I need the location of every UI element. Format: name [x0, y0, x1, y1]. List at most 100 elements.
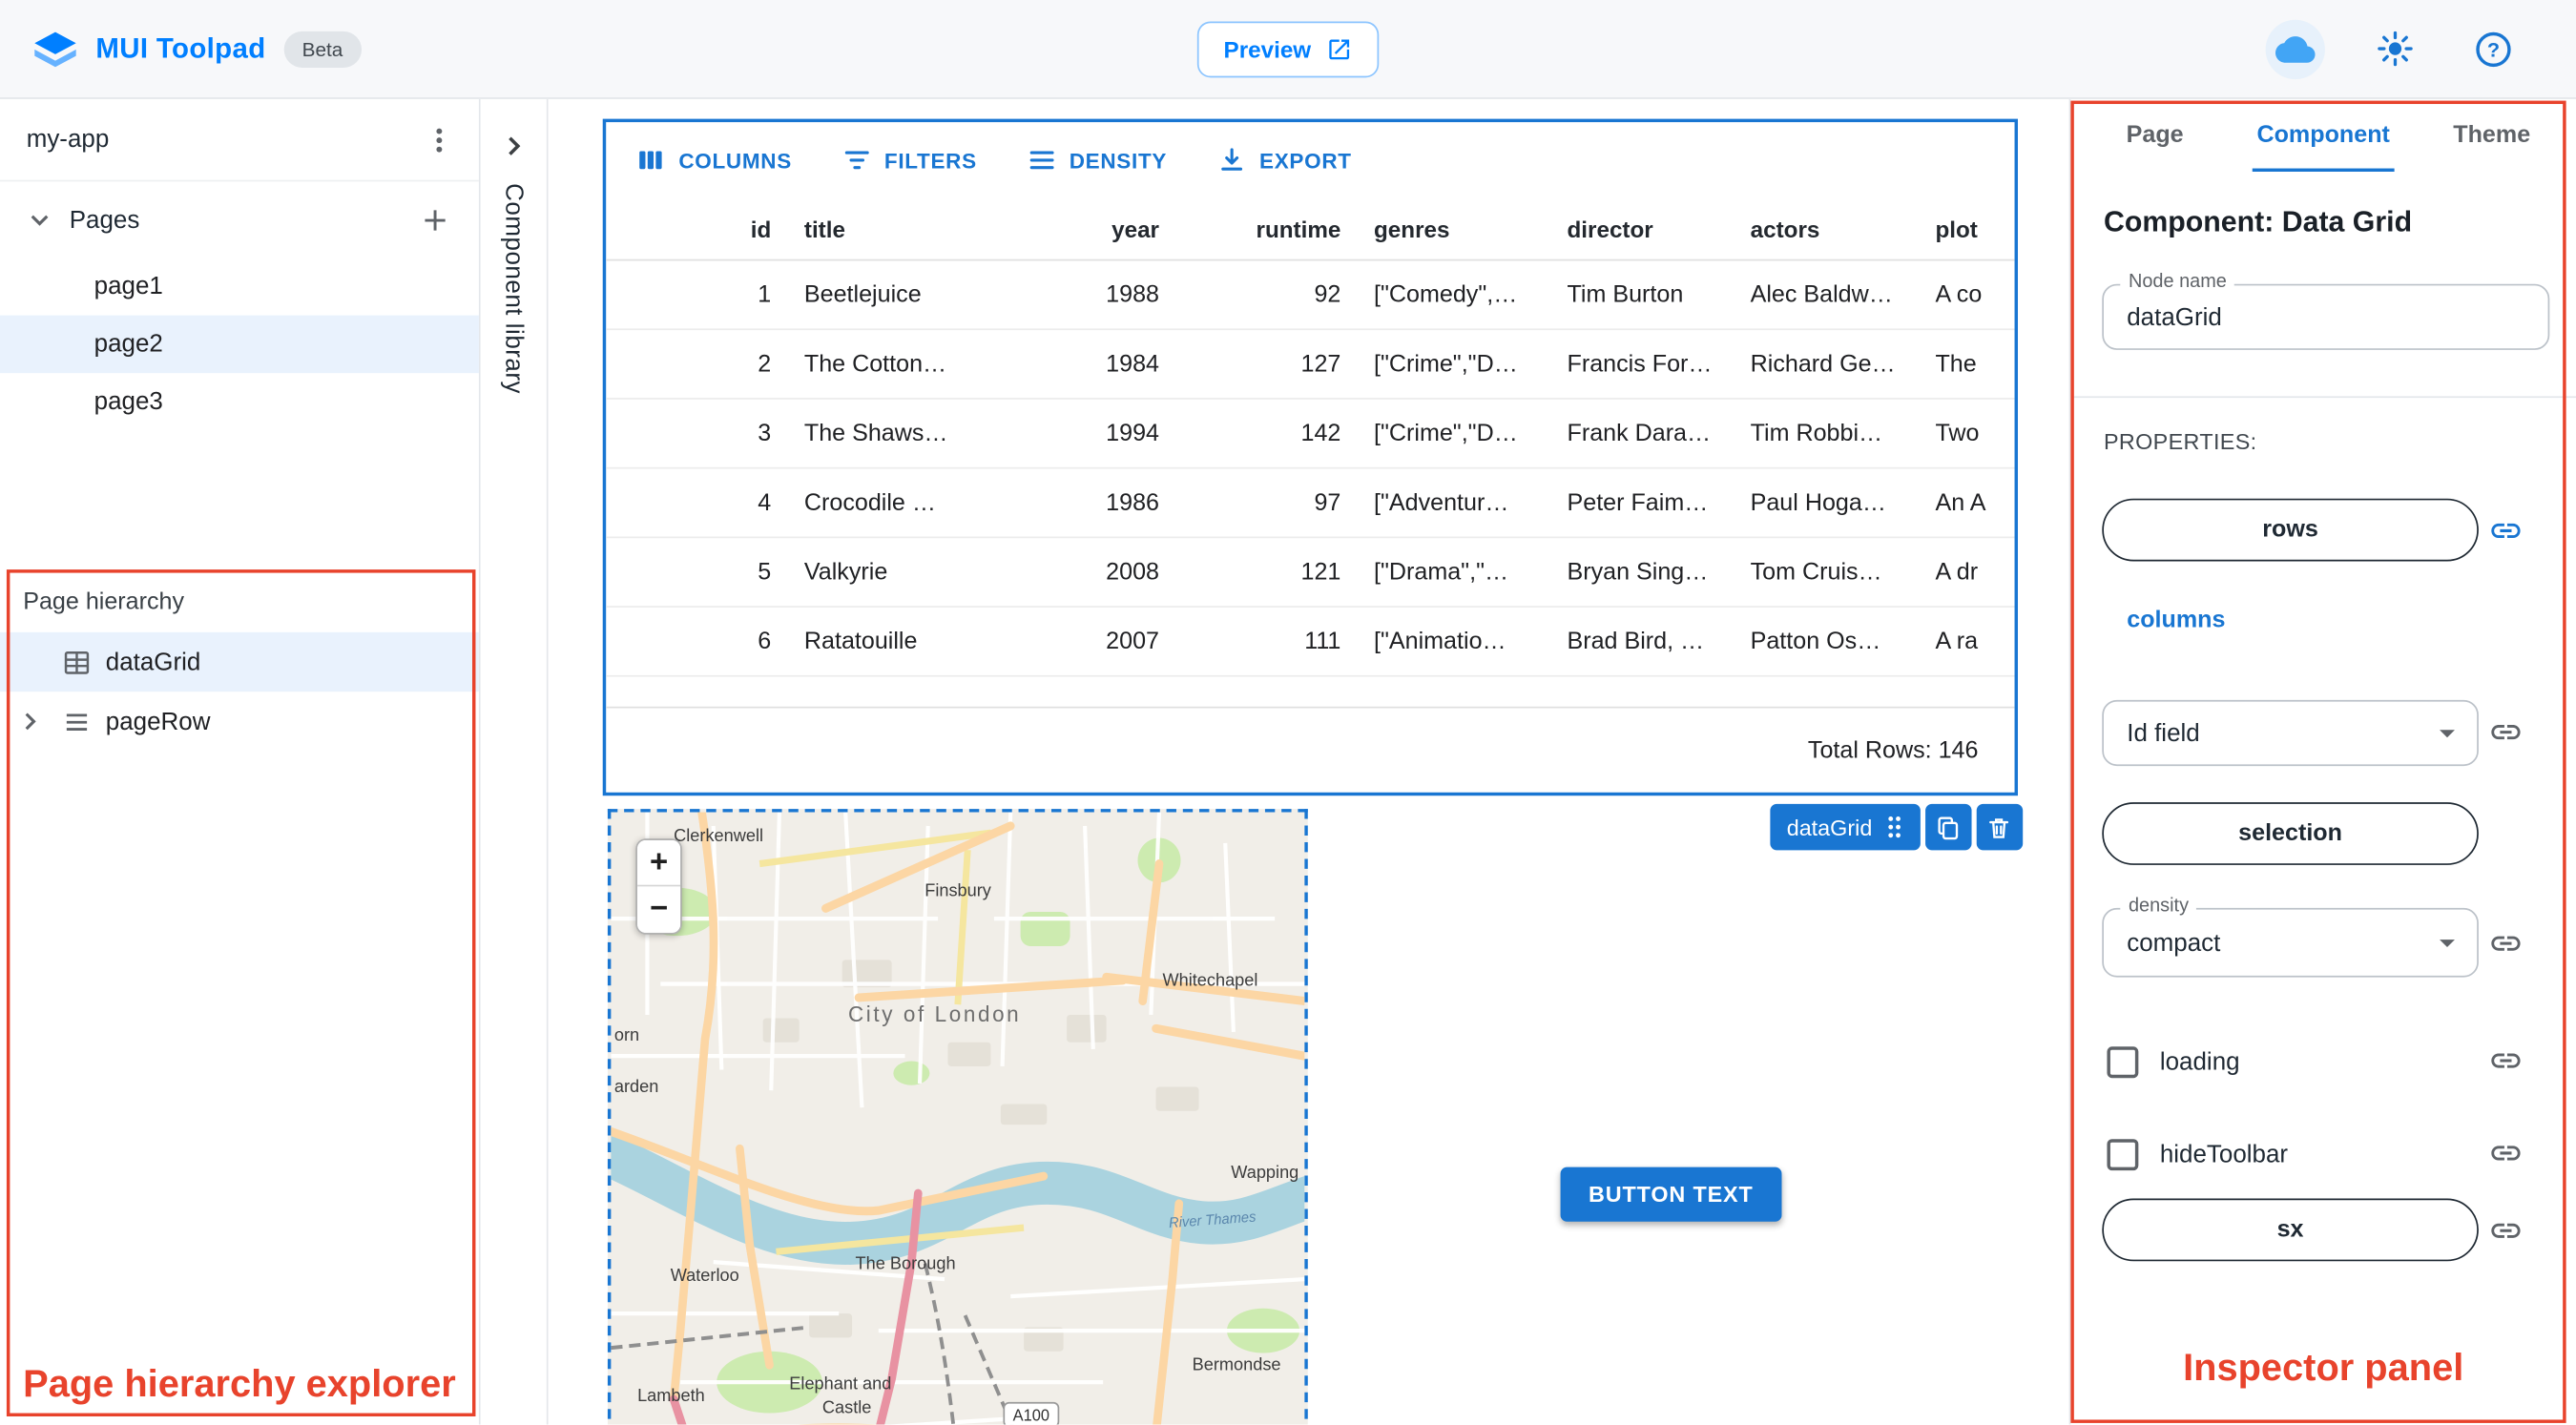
cell: A co	[1935, 281, 1983, 308]
table-row[interactable]: 6 Ratatouille 2007 111 ["Animatio… Brad …	[606, 608, 2015, 677]
deploy-cloud-button[interactable]	[2265, 18, 2325, 79]
columns-property-button[interactable]: columns	[2127, 608, 2225, 634]
column-header[interactable]: director	[1550, 216, 1734, 242]
cell: 4	[758, 489, 772, 516]
column-header[interactable]: title	[788, 216, 994, 242]
map-label: Bermondse	[1193, 1353, 1281, 1373]
hide-toolbar-checkbox[interactable]	[2107, 1138, 2139, 1170]
help-button[interactable]: ?	[2463, 19, 2523, 78]
copy-icon	[1938, 816, 1959, 839]
column-header[interactable]: id	[606, 216, 787, 242]
map-label: Castle	[822, 1396, 871, 1416]
add-page-icon[interactable]	[421, 205, 448, 233]
total-rows-label: Total Rows: 146	[1807, 736, 1979, 764]
cell: Brad Bird, …	[1567, 628, 1705, 655]
selected-component-chip[interactable]: dataGrid	[1770, 803, 1921, 851]
columns-button[interactable]: COLUMNS	[619, 135, 808, 185]
table-row[interactable]: 1 Beetlejuice 1988 92 ["Comedy",… Tim Bu…	[606, 260, 2015, 331]
table-row[interactable]: 5 Valkyrie 2008 121 ["Drama","… Bryan Si…	[606, 538, 2015, 608]
link-icon	[2490, 1222, 2520, 1237]
hierarchy-item-datagrid[interactable]: dataGrid	[0, 631, 479, 692]
tab-theme[interactable]: Theme	[2407, 99, 2576, 172]
hide-toolbar-bind-button[interactable]	[2487, 1134, 2524, 1170]
density-icon	[1028, 151, 1053, 170]
inspector-heading: Component: Data Grid	[2104, 204, 2413, 238]
column-header[interactable]: genres	[1358, 216, 1551, 242]
app-bar: MUI Toolpad Beta Preview ?	[0, 0, 2576, 99]
density-button[interactable]: DENSITY	[1009, 135, 1183, 185]
loading-bind-button[interactable]	[2487, 1042, 2524, 1078]
app-root: MUI Toolpad Beta Preview ? my-app Pages …	[0, 0, 2576, 1425]
tab-page[interactable]: Page	[2070, 99, 2239, 172]
sidebar-item-page2[interactable]: page2	[0, 315, 479, 374]
rows-property-button[interactable]: rows	[2102, 498, 2479, 562]
map-label: Waterloo	[671, 1265, 739, 1285]
id-field-bind-button[interactable]	[2487, 713, 2524, 750]
loading-checkbox[interactable]	[2107, 1045, 2139, 1078]
app-bar-actions: ?	[2265, 18, 2544, 79]
id-field-select[interactable]: Id field	[2102, 699, 2479, 767]
component-library-panel[interactable]: Component library	[480, 98, 549, 1425]
zoom-in-button[interactable]: +	[637, 839, 681, 887]
cell: Patton Os…	[1750, 628, 1881, 655]
chevron-right-icon[interactable]	[23, 712, 63, 732]
table-row[interactable]: 4 Crocodile … 1986 97 ["Adventur… Peter …	[606, 469, 2015, 539]
launch-icon	[1329, 39, 1349, 60]
cell: An A	[1935, 489, 1986, 516]
preview-button[interactable]: Preview	[1196, 21, 1380, 78]
drag-handle-icon[interactable]	[1883, 814, 1903, 840]
density-select[interactable]: density compact	[2102, 896, 2479, 978]
duplicate-component-button[interactable]	[1924, 803, 1972, 851]
road-ref-label: A100	[1013, 1406, 1049, 1424]
id-field-value: Id field	[2127, 718, 2200, 748]
map-label: Clerkenwell	[674, 825, 763, 845]
cell: 92	[1314, 281, 1341, 308]
delete-component-button[interactable]	[1976, 803, 2023, 851]
cell: 1984	[1106, 350, 1160, 378]
zoom-out-button[interactable]: −	[637, 886, 681, 933]
brand: MUI Toolpad Beta	[33, 29, 362, 69]
dropdown-caret-icon	[2440, 940, 2455, 948]
kebab-menu-icon[interactable]	[426, 125, 453, 155]
column-header[interactable]: runtime	[1175, 216, 1357, 242]
rows-bind-button[interactable]	[2487, 512, 2524, 548]
map-label: Wapping	[1231, 1162, 1298, 1182]
density-bind-button[interactable]	[2487, 924, 2524, 960]
data-grid-icon	[63, 648, 106, 675]
theme-brightness-button[interactable]	[2364, 19, 2423, 78]
column-header[interactable]: plot	[1919, 216, 2014, 242]
table-row[interactable]: 3 The Shaws… 1994 142 ["Crime","D… Frank…	[606, 400, 2015, 469]
help-icon: ?	[2476, 31, 2511, 67]
export-button[interactable]: EXPORT	[1200, 135, 1368, 185]
selection-toolbar: dataGrid	[1770, 803, 2023, 851]
table-row[interactable]: 2 The Cotton… 1984 127 ["Crime","D… Fran…	[606, 330, 2015, 400]
preview-button-label: Preview	[1223, 36, 1312, 63]
map-component[interactable]: Clerkenwell Finsbury Whitechapel City of…	[607, 809, 1308, 1425]
sx-bind-button[interactable]	[2487, 1211, 2524, 1248]
cell: 3	[758, 420, 772, 447]
link-icon	[2490, 523, 2520, 538]
sidebar-item-page3[interactable]: page3	[0, 373, 479, 431]
loading-label: loading	[2159, 1047, 2240, 1076]
selection-property-button[interactable]: selection	[2102, 802, 2479, 865]
datagrid-component[interactable]: COLUMNS FILTERS DENSITY EXPORT id title …	[602, 118, 2019, 796]
link-icon	[2490, 935, 2520, 950]
cell: 1994	[1106, 420, 1160, 447]
selected-component-label: dataGrid	[1786, 815, 1873, 840]
canvas-button-component[interactable]: BUTTON TEXT	[1560, 1167, 1782, 1222]
sidebar-item-page1[interactable]: page1	[0, 258, 479, 316]
sx-property-button[interactable]: sx	[2102, 1198, 2479, 1262]
app-name-row: my-app	[0, 99, 479, 182]
column-header[interactable]: year	[994, 216, 1175, 242]
column-header[interactable]: actors	[1734, 216, 1919, 242]
node-name-field[interactable]: Node name dataGrid	[2102, 272, 2550, 350]
svg-text:?: ?	[2487, 37, 2500, 61]
cell: ["Crime","D…	[1374, 350, 1518, 378]
tab-component[interactable]: Component	[2239, 99, 2408, 173]
cell: Tim Burton	[1567, 281, 1684, 308]
expand-chevron-right-icon[interactable]	[506, 135, 521, 157]
filters-button[interactable]: FILTERS	[825, 135, 994, 185]
hierarchy-item-pagerow[interactable]: pageRow	[0, 692, 479, 751]
pages-section-header[interactable]: Pages	[0, 181, 479, 258]
inspector-annotation-label: Inspector panel	[2183, 1345, 2464, 1389]
